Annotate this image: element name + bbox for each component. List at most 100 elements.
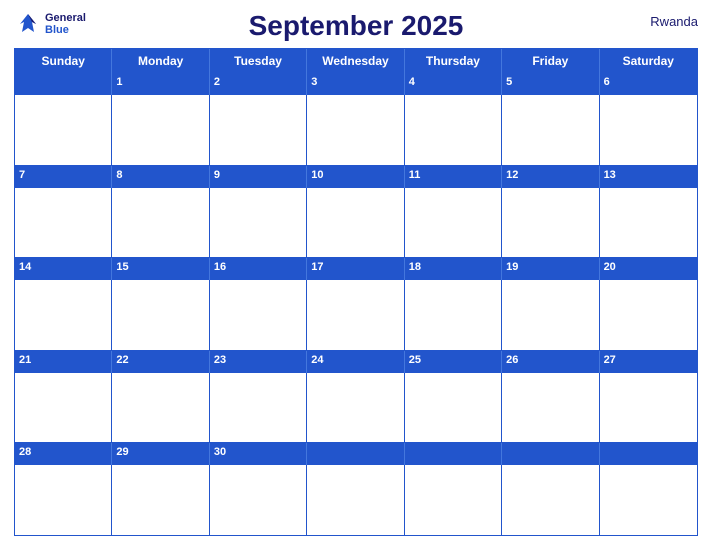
day-number: 27 — [604, 354, 616, 366]
week-content-cell — [210, 373, 307, 443]
week-header-row-4: 21222324252627 — [15, 351, 697, 373]
week-header-cell: 10 — [307, 166, 404, 188]
day-number: 13 — [604, 169, 616, 181]
week-content-cell — [307, 280, 404, 350]
week-header-cell: 18 — [405, 258, 502, 280]
week-content-cell — [405, 188, 502, 258]
week-header-cell: 26 — [502, 351, 599, 373]
week-content-cell — [405, 95, 502, 165]
day-number: 10 — [311, 169, 323, 181]
week-content-cell — [307, 373, 404, 443]
week-5: 28 29 30 — [15, 442, 697, 535]
day-number: 14 — [19, 261, 31, 273]
week-content-cell — [15, 188, 112, 258]
week-header-cell: 8 — [112, 166, 209, 188]
week-content-cell — [210, 95, 307, 165]
week-header-cell: 2 — [210, 73, 307, 95]
week-header-cell — [15, 73, 112, 95]
week-3: 14 15 16 17 18 1920 — [15, 257, 697, 350]
week-header-cell: 16 — [210, 258, 307, 280]
week-header-cell: 9 — [210, 166, 307, 188]
day-header-sunday: Sunday — [15, 49, 112, 73]
week-content-cell — [600, 95, 697, 165]
day-number: 5 — [506, 76, 512, 88]
week-header-cell — [502, 443, 599, 465]
day-number: 22 — [116, 354, 128, 366]
week-header-cell: 4 — [405, 73, 502, 95]
day-header-friday: Friday — [502, 49, 599, 73]
week-header-row-5: 28 29 30 — [15, 443, 697, 465]
logo: General Blue — [14, 10, 86, 38]
week-header-row-1: 12 3 4 5 6 — [15, 73, 697, 95]
day-header-wednesday: Wednesday — [307, 49, 404, 73]
week-content-cell — [15, 280, 112, 350]
week-content-cell — [112, 280, 209, 350]
logo-blue: Blue — [45, 24, 86, 36]
week-4: 21222324252627 — [15, 350, 697, 443]
week-content-cell — [307, 465, 404, 535]
week-content-row-5 — [15, 465, 697, 535]
logo-general: General — [45, 12, 86, 24]
week-header-cell: 19 — [502, 258, 599, 280]
country-label: Rwanda — [650, 14, 698, 29]
week-content-cell — [210, 465, 307, 535]
day-number: 28 — [19, 446, 31, 458]
logo-bird-icon — [14, 10, 42, 38]
week-content-cell — [405, 280, 502, 350]
week-header-cell — [307, 443, 404, 465]
week-content-cell — [15, 465, 112, 535]
day-number: 16 — [214, 261, 226, 273]
week-content-cell — [307, 188, 404, 258]
week-content-row-4 — [15, 373, 697, 443]
week-content-cell — [210, 188, 307, 258]
week-content-cell — [600, 188, 697, 258]
day-number: 30 — [214, 446, 226, 458]
day-number: 24 — [311, 354, 323, 366]
week-content-cell — [112, 465, 209, 535]
week-content-cell — [502, 465, 599, 535]
week-content-cell — [210, 280, 307, 350]
day-header-tuesday: Tuesday — [210, 49, 307, 73]
week-content-cell — [405, 373, 502, 443]
week-content-cell — [600, 465, 697, 535]
day-number: 7 — [19, 169, 25, 181]
week-content-cell — [502, 95, 599, 165]
week-content-cell — [112, 95, 209, 165]
day-header-saturday: Saturday — [600, 49, 697, 73]
week-content-cell — [405, 465, 502, 535]
week-content-row-2 — [15, 188, 697, 258]
week-header-cell: 20 — [600, 258, 697, 280]
week-2: 78910111213 — [15, 165, 697, 258]
day-number: 9 — [214, 169, 220, 181]
week-content-row-1 — [15, 95, 697, 165]
week-header-cell: 6 — [600, 73, 697, 95]
calendar-title: September 2025 — [249, 10, 464, 42]
week-header-cell: 14 — [15, 258, 112, 280]
week-header-cell: 22 — [112, 351, 209, 373]
week-header-cell: 17 — [307, 258, 404, 280]
day-number: 2 — [214, 76, 220, 88]
week-header-cell: 7 — [15, 166, 112, 188]
week-header-cell — [600, 443, 697, 465]
week-content-cell — [600, 280, 697, 350]
calendar-grid: SundayMondayTuesdayWednesdayThursdayFrid… — [14, 48, 698, 536]
day-number: 18 — [409, 261, 421, 273]
week-header-cell: 29 — [112, 443, 209, 465]
week-header-cell: 21 — [15, 351, 112, 373]
week-header-cell: 15 — [112, 258, 209, 280]
day-number: 17 — [311, 261, 323, 273]
day-number: 25 — [409, 354, 421, 366]
days-header: SundayMondayTuesdayWednesdayThursdayFrid… — [15, 49, 697, 73]
week-header-cell: 1 — [112, 73, 209, 95]
day-number: 3 — [311, 76, 317, 88]
week-header-cell: 24 — [307, 351, 404, 373]
day-number: 4 — [409, 76, 415, 88]
week-content-cell — [502, 280, 599, 350]
week-content-cell — [112, 188, 209, 258]
week-content-cell — [112, 373, 209, 443]
week-content-cell — [502, 373, 599, 443]
week-header-cell — [405, 443, 502, 465]
week-content-cell — [15, 95, 112, 165]
day-number: 12 — [506, 169, 518, 181]
logo-text: General Blue — [45, 12, 86, 36]
